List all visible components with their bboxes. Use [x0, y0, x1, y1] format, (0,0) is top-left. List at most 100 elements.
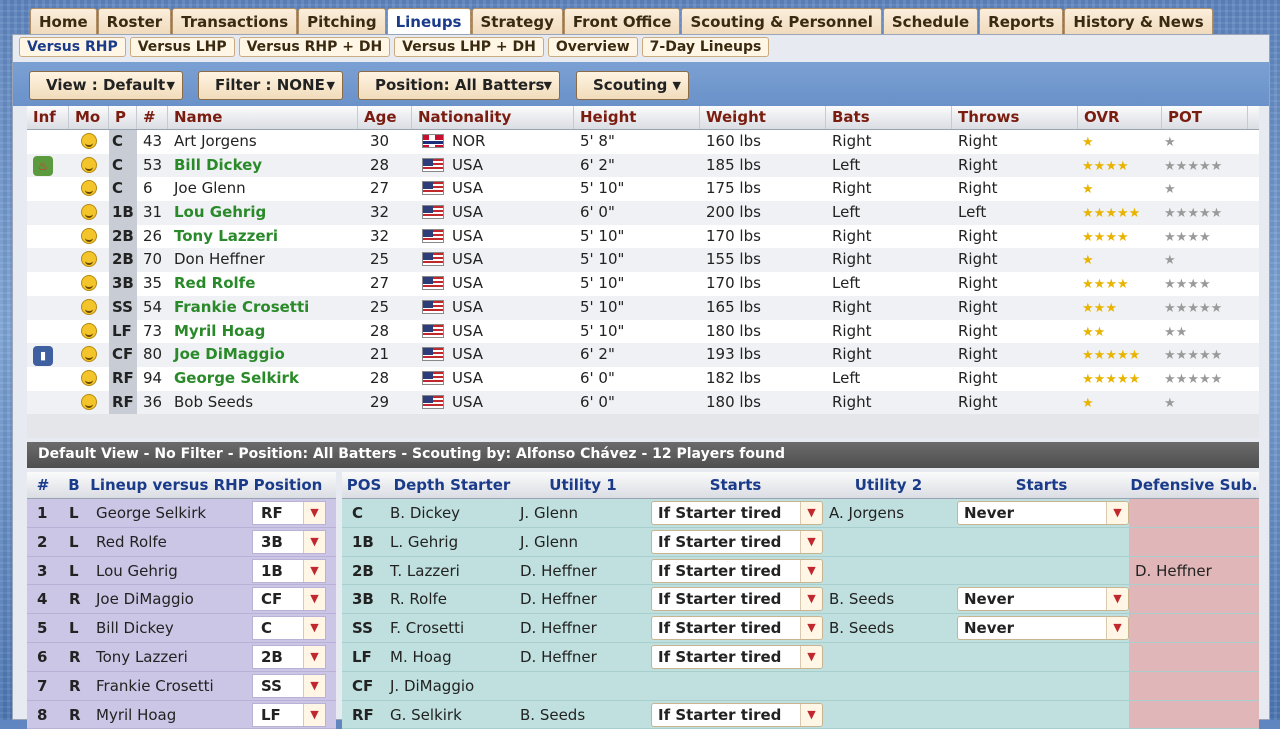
utility-1-starts-select[interactable]: If Starter tired ▼ [651, 702, 823, 727]
utility-1-player[interactable] [518, 672, 648, 700]
position-select[interactable]: SS ▼ [252, 673, 326, 698]
subtab-versus-rhp[interactable]: Versus RHP [19, 37, 126, 57]
utility-2-player[interactable] [823, 643, 954, 671]
lineup-player-name[interactable]: Bill Dickey [89, 614, 250, 642]
utility-2-starts-select[interactable]: Never ▼ [957, 501, 1129, 525]
utility-2-player[interactable]: B. Seeds [823, 585, 954, 613]
column-header-nationality[interactable]: Nationality [412, 106, 574, 129]
lineup-row[interactable]: 7 R Frankie Crosetti SS ▼ [27, 671, 336, 701]
player-name[interactable]: Frankie Crosetti [168, 296, 358, 320]
view-dropdown[interactable]: View : Default ▼ [29, 71, 183, 100]
player-name[interactable]: George Selkirk [168, 367, 358, 391]
utility-1-starts-select[interactable]: If Starter tired ▼ [651, 558, 823, 583]
player-row[interactable]: 2B 26 Tony Lazzeri 32 USA 5' 10" 170 lbs Right R… [27, 224, 1259, 249]
player-name[interactable]: Myril Hoag [168, 320, 358, 344]
utility-1-player[interactable]: D. Heffner [518, 585, 648, 613]
subtab-7-day-lineups[interactable]: 7-Day Lineups [641, 37, 770, 57]
tab-pitching[interactable]: Pitching [298, 8, 386, 36]
position-select[interactable]: 3B ▼ [252, 529, 326, 554]
depth-starter[interactable]: F. Crosetti [386, 614, 518, 642]
player-name[interactable]: Red Rolfe [168, 272, 358, 296]
player-name[interactable]: Bob Seeds [168, 391, 358, 415]
defensive-sub[interactable] [1129, 499, 1259, 527]
column-header-mo[interactable]: Mo [69, 106, 109, 129]
depth-starter[interactable]: T. Lazzeri [386, 557, 518, 585]
depth-starter[interactable]: B. Dickey [386, 499, 518, 527]
column-header-pot[interactable]: POT [1162, 106, 1248, 129]
lineup-player-name[interactable]: Lou Gehrig [89, 557, 250, 585]
depth-starter[interactable]: R. Rolfe [386, 585, 518, 613]
player-row[interactable]: 3B 35 Red Rolfe 27 USA 5' 10" 170 lbs Left Right… [27, 272, 1259, 296]
player-name[interactable]: Joe Glenn [168, 177, 358, 201]
column-header-weight[interactable]: Weight [700, 106, 826, 129]
filter-dropdown[interactable]: Filter : NONE ▼ [198, 71, 343, 100]
tab-scouting-personnel[interactable]: Scouting & Personnel [681, 8, 882, 36]
lineup-player-name[interactable]: Red Rolfe [89, 528, 250, 556]
column-header-ovr[interactable]: OVR [1078, 106, 1162, 129]
lineup-row[interactable]: 6 R Tony Lazzeri 2B ▼ [27, 642, 336, 672]
utility-1-player[interactable]: J. Glenn [518, 528, 648, 556]
utility-1-starts-select[interactable]: If Starter tired ▼ [651, 529, 823, 554]
tab-strategy[interactable]: Strategy [471, 8, 563, 36]
utility-2-player[interactable] [823, 701, 954, 729]
player-name[interactable]: Bill Dickey [168, 154, 358, 178]
tab-roster[interactable]: Roster [97, 8, 172, 36]
defensive-sub[interactable] [1129, 671, 1259, 700]
column-header-p[interactable]: P [109, 106, 137, 129]
position-dropdown[interactable]: Position: All Batters ▼ [358, 71, 560, 100]
tab-schedule[interactable]: Schedule [882, 8, 979, 36]
lineup-player-name[interactable]: Frankie Crosetti [89, 672, 250, 700]
player-name[interactable]: Art Jorgens [168, 130, 358, 154]
depth-starter[interactable]: M. Hoag [386, 643, 518, 671]
utility-2-starts-select[interactable]: Never ▼ [957, 587, 1129, 612]
defensive-sub[interactable]: D. Heffner [1129, 556, 1259, 585]
column-header-throws[interactable]: Throws [952, 106, 1078, 129]
defensive-sub[interactable] [1129, 614, 1259, 642]
column-header-number[interactable]: # [137, 106, 168, 129]
utility-1-starts-select[interactable]: If Starter tired ▼ [651, 587, 823, 612]
defensive-sub[interactable] [1129, 700, 1259, 729]
lineup-player-name[interactable]: Myril Hoag [89, 701, 250, 729]
column-header-inf[interactable]: Inf [27, 106, 69, 129]
lineup-row[interactable]: 5 L Bill Dickey C ▼ [27, 614, 336, 643]
lineup-player-name[interactable]: George Selkirk [89, 499, 250, 527]
position-select[interactable]: CF ▼ [252, 587, 326, 612]
lineup-player-name[interactable]: Tony Lazzeri [89, 643, 250, 671]
utility-2-player[interactable] [823, 528, 954, 556]
tab-transactions[interactable]: Transactions [172, 8, 298, 36]
position-select[interactable]: C ▼ [252, 616, 326, 641]
lineup-player-name[interactable]: Joe DiMaggio [89, 585, 250, 613]
subtab-versus-lhp-dh[interactable]: Versus LHP + DH [394, 37, 544, 57]
position-select[interactable]: 1B ▼ [252, 558, 326, 583]
defensive-sub[interactable] [1129, 585, 1259, 614]
player-name[interactable]: Tony Lazzeri [168, 225, 358, 249]
tab-front-office[interactable]: Front Office [563, 8, 681, 36]
player-name[interactable]: Don Heffner [168, 248, 358, 272]
position-select[interactable]: RF ▼ [252, 501, 326, 525]
player-row[interactable]: RF 94 George Selkirk 28 USA 6' 0" 182 lbs Left R… [27, 366, 1259, 391]
tab-history-news[interactable]: History & News [1064, 8, 1213, 36]
utility-1-starts-select[interactable]: If Starter tired ▼ [651, 616, 823, 641]
tab-home[interactable]: Home [30, 8, 97, 36]
position-select[interactable]: LF ▼ [252, 702, 326, 727]
subtab-versus-lhp[interactable]: Versus LHP [129, 37, 235, 57]
column-header-name[interactable]: Name [168, 106, 358, 129]
subtab-overview[interactable]: Overview [547, 37, 638, 57]
lineup-row[interactable]: 8 R Myril Hoag LF ▼ [27, 700, 336, 729]
utility-1-starts-select[interactable]: If Starter tired ▼ [651, 501, 823, 525]
column-header-bats[interactable]: Bats [826, 106, 952, 129]
utility-1-player[interactable]: D. Heffner [518, 614, 648, 642]
lineup-row[interactable]: 2 L Red Rolfe 3B ▼ [27, 527, 336, 557]
utility-2-player[interactable]: B. Seeds [823, 614, 954, 642]
defensive-sub[interactable] [1129, 642, 1259, 671]
utility-1-player[interactable]: D. Heffner [518, 557, 648, 585]
player-row[interactable]: RF 36 Bob Seeds 29 USA 6' 0" 180 lbs Right Right… [27, 390, 1259, 415]
lineup-row[interactable]: 4 R Joe DiMaggio CF ▼ [27, 585, 336, 615]
utility-1-player[interactable]: B. Seeds [518, 701, 648, 729]
depth-starter[interactable]: L. Gehrig [386, 528, 518, 556]
defensive-sub[interactable] [1129, 527, 1259, 556]
utility-1-player[interactable]: D. Heffner [518, 643, 648, 671]
utility-2-starts-select[interactable]: Never ▼ [957, 616, 1129, 641]
player-row[interactable]: C 6 Joe Glenn 27 USA 5' 10" 175 lbs Right Right ★… [27, 177, 1259, 202]
player-row[interactable]: 2B 70 Don Heffner 25 USA 5' 10" 155 lbs Right Ri… [27, 248, 1259, 273]
